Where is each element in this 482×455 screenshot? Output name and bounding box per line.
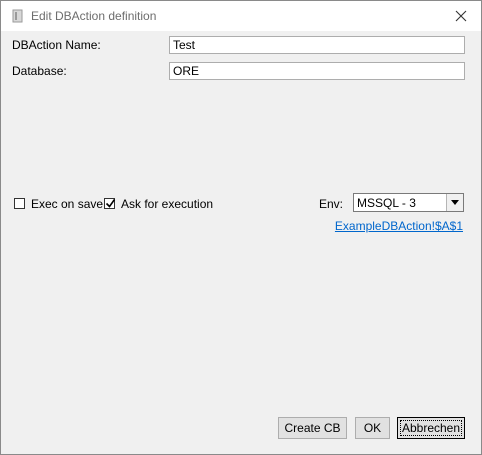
database-input[interactable] [169,62,465,80]
database-label: Database: [12,64,67,78]
window-title: Edit DBAction definition [31,9,157,23]
cancel-button[interactable]: Abbrechen [397,417,465,439]
env-select[interactable]: MSSQL - 3 [353,193,464,212]
create-cb-button[interactable]: Create CB [278,417,347,439]
dbaction-name-input[interactable] [169,36,465,54]
close-icon [455,10,467,22]
env-select-value: MSSQL - 3 [357,196,416,210]
dialog-window: Edit DBAction definition DBAction Name: … [0,0,482,455]
env-label: Env: [319,197,344,211]
close-button[interactable] [441,1,481,31]
checkmark-icon [105,199,116,208]
ask-for-execution-label: Ask for execution [121,197,214,211]
app-icon [11,9,25,23]
title-bar[interactable]: Edit DBAction definition [1,1,481,31]
ask-for-execution-checkbox[interactable] [104,198,116,209]
dbaction-name-label: DBAction Name: [12,38,101,52]
chevron-down-icon [451,200,459,205]
ok-button[interactable]: OK [355,417,390,439]
range-link[interactable]: ExampleDBAction!$A$1 [335,219,463,233]
exec-on-save-checkbox[interactable] [14,198,25,209]
exec-on-save-label: Exec on save [31,197,104,211]
env-dropdown-button[interactable] [446,194,463,211]
